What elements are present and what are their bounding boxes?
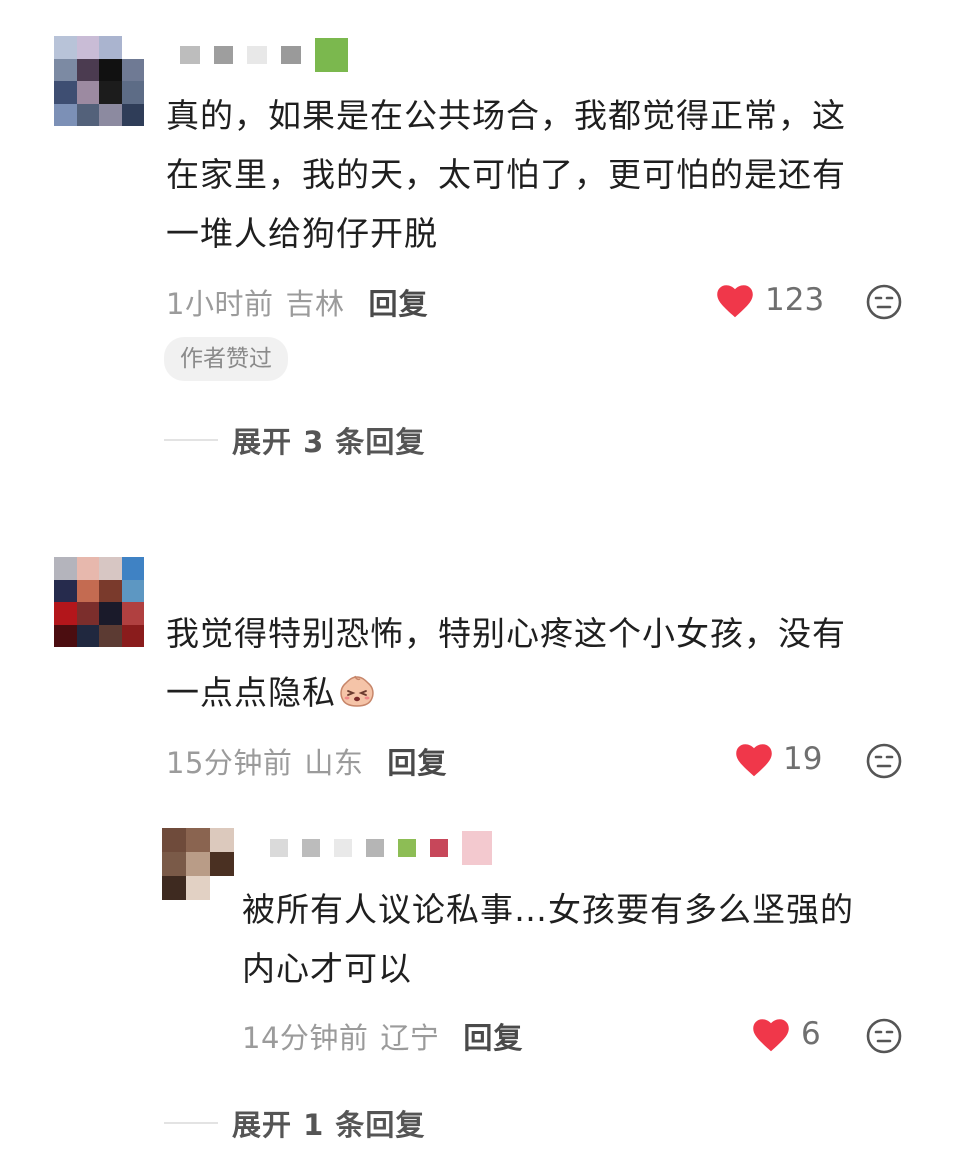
mosaic-cell (247, 46, 267, 64)
mosaic-cell (186, 876, 210, 900)
mosaic-cell (54, 58, 77, 81)
crying-peach-emoji-icon (340, 675, 374, 707)
mosaic-cell (99, 58, 122, 81)
mosaic-cell (210, 852, 234, 876)
location: 山东 (304, 746, 364, 780)
mosaic-cell (186, 828, 210, 852)
expand-replies-button[interactable]: 展开 3 条回复 (232, 419, 425, 461)
mosaic-cell (76, 81, 99, 104)
comment-text: 我觉得特别恐怖，特别心疼这个小女孩，没有 一点点隐私 (166, 604, 936, 722)
mosaic-cell (301, 839, 320, 857)
mosaic-cell (76, 103, 99, 126)
divider (164, 439, 218, 441)
mosaic-cell (54, 602, 77, 625)
location: 辽宁 (380, 1021, 440, 1055)
mosaic-cell (429, 839, 448, 857)
mosaic-cell (99, 36, 122, 59)
mosaic-cell (76, 624, 99, 647)
location: 吉林 (285, 287, 345, 321)
mosaic-cell (121, 579, 144, 602)
mosaic-cell (162, 852, 186, 876)
mosaic-cell (76, 579, 99, 602)
comment-line: 一点点隐私 (166, 673, 336, 712)
author-liked-badge: 作者赞过 (164, 337, 288, 381)
heart-icon[interactable] (735, 743, 773, 777)
comment-text: 被所有人议论私事…女孩要有多么坚强的 内心才可以 (242, 880, 932, 998)
mosaic-cell (121, 103, 144, 126)
reply-button[interactable]: 回复 (387, 740, 447, 782)
mosaic-cell (99, 602, 122, 625)
mosaic-cell (397, 839, 416, 857)
mosaic-cell (162, 828, 186, 852)
like-count: 19 (783, 741, 823, 777)
mosaic-cell (54, 81, 77, 104)
mosaic-cell (76, 557, 99, 580)
avatar[interactable] (54, 36, 144, 126)
avatar[interactable] (162, 828, 234, 900)
reply-button[interactable]: 回复 (368, 281, 428, 323)
mosaic-cell (314, 38, 349, 72)
reply-button[interactable]: 回复 (463, 1015, 523, 1057)
timestamp: 1小时前 (166, 287, 274, 321)
heart-icon[interactable] (716, 284, 754, 318)
mosaic-cell (99, 81, 122, 104)
mosaic-cell (213, 46, 234, 64)
mosaic-cell (121, 557, 144, 580)
mosaic-cell (186, 852, 210, 876)
heart-icon[interactable] (752, 1018, 790, 1052)
mosaic-cell (162, 876, 186, 900)
mosaic-cell (121, 36, 144, 59)
mosaic-cell (99, 103, 122, 126)
mosaic-cell (270, 839, 288, 857)
timestamp: 15分钟前 (166, 746, 293, 780)
mosaic-cell (210, 828, 234, 852)
emoji-face-icon[interactable] (866, 743, 902, 779)
mosaic-cell (280, 46, 301, 64)
emoji-face-icon[interactable] (866, 1018, 902, 1054)
mosaic-cell (121, 624, 144, 647)
comment-line: 在家里，我的天，太可怕了，更可怕的是还有 (166, 155, 846, 194)
mosaic-cell (54, 103, 77, 126)
divider (164, 1122, 218, 1124)
mosaic-cell (99, 557, 122, 580)
comment-line: 被所有人议论私事…女孩要有多么坚强的 (242, 890, 854, 929)
mosaic-cell (99, 579, 122, 602)
mosaic-cell (333, 839, 352, 857)
mosaic-cell (76, 58, 99, 81)
mosaic-cell (54, 624, 77, 647)
avatar[interactable] (54, 557, 144, 647)
mosaic-cell (121, 58, 144, 81)
like-count: 6 (801, 1016, 821, 1052)
mosaic-cell (365, 839, 384, 857)
mosaic-cell (121, 81, 144, 104)
comment-text: 真的，如果是在公共场合，我都觉得正常，这 在家里，我的天，太可怕了，更可怕的是还… (166, 86, 936, 263)
mosaic-cell (76, 602, 99, 625)
comment-line: 一堆人给狗仔开脱 (166, 214, 438, 253)
username-mosaic[interactable] (180, 38, 362, 72)
like-count: 123 (765, 282, 825, 318)
comment-line: 真的，如果是在公共场合，我都觉得正常，这 (166, 96, 846, 135)
username-mosaic[interactable] (270, 830, 506, 866)
mosaic-cell (461, 831, 492, 865)
mosaic-cell (210, 876, 234, 900)
mosaic-cell (121, 602, 144, 625)
comment-line: 我觉得特别恐怖，特别心疼这个小女孩，没有 (166, 614, 846, 653)
mosaic-cell (54, 36, 77, 59)
mosaic-cell (54, 557, 77, 580)
mosaic-cell (180, 46, 200, 64)
timestamp: 14分钟前 (242, 1021, 369, 1055)
mosaic-cell (99, 624, 122, 647)
mosaic-cell (76, 36, 99, 59)
comment-line: 内心才可以 (242, 949, 412, 988)
mosaic-cell (54, 579, 77, 602)
emoji-face-icon[interactable] (866, 284, 902, 320)
expand-replies-button[interactable]: 展开 1 条回复 (232, 1102, 425, 1144)
